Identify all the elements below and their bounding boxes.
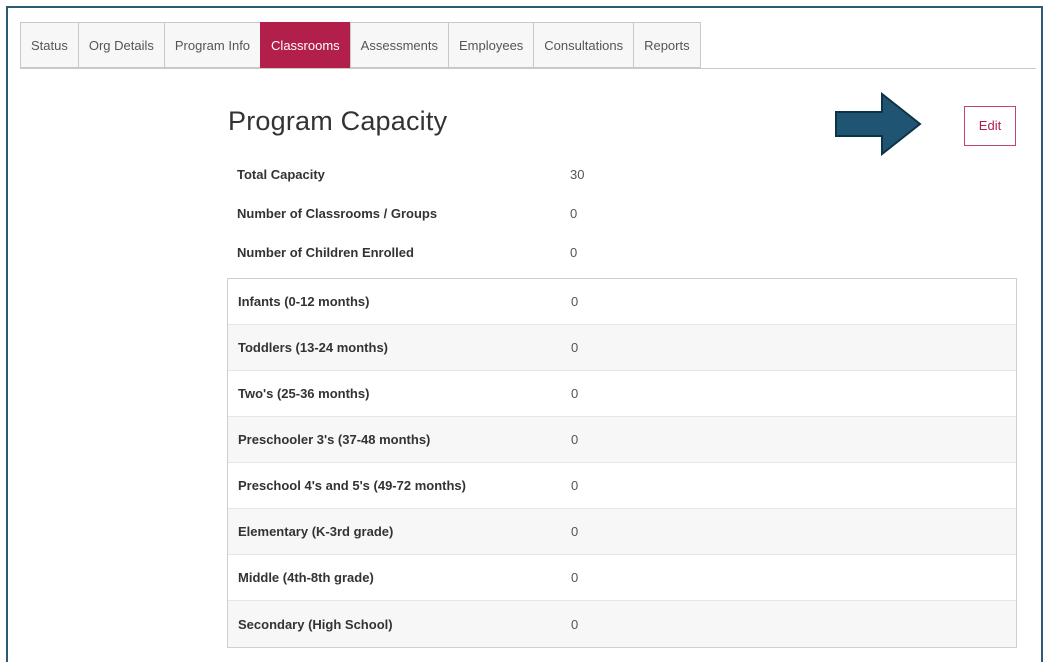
age-group-value: 0 <box>571 386 579 401</box>
summary-label: Number of Classrooms / Groups <box>237 206 438 221</box>
tab-program-info[interactable]: Program Info <box>163 22 261 68</box>
tab-employees[interactable]: Employees <box>447 22 534 68</box>
tab-assessments[interactable]: Assessments <box>349 22 448 68</box>
age-group-value: 0 <box>571 432 579 447</box>
age-group-label: Two's (25-36 months) <box>238 386 370 401</box>
age-group-value: 0 <box>571 524 579 539</box>
summary-row-classrooms: Number of Classrooms / Groups 0 <box>237 194 737 233</box>
age-group-label: Middle (4th-8th grade) <box>238 570 374 585</box>
age-group-value: 0 <box>571 616 579 632</box>
age-group-value: 0 <box>571 478 579 493</box>
capacity-summary: Total Capacity 30 Number of Classrooms /… <box>237 155 737 272</box>
age-group-label: Secondary (High School) <box>238 616 393 632</box>
table-row: Preschooler 3's (37-48 months) 0 <box>228 417 1016 463</box>
arrow-right-icon <box>835 92 922 156</box>
tab-classrooms[interactable]: Classrooms <box>260 22 350 68</box>
table-row: Elementary (K-3rd grade) 0 <box>228 509 1016 555</box>
summary-row-children-enrolled: Number of Children Enrolled 0 <box>237 233 737 272</box>
age-group-label: Infants (0-12 months) <box>238 294 370 309</box>
summary-value: 0 <box>570 245 578 260</box>
table-row: Two's (25-36 months) 0 <box>228 371 1016 417</box>
table-row: Infants (0-12 months) 0 <box>228 279 1016 325</box>
summary-value: 30 <box>570 167 585 182</box>
age-group-label: Toddlers (13-24 months) <box>238 340 389 355</box>
table-row: Preschool 4's and 5's (49-72 months) 0 <box>228 463 1016 509</box>
age-group-label: Preschool 4's and 5's (49-72 months) <box>238 478 466 493</box>
table-row: Toddlers (13-24 months) 0 <box>228 325 1016 371</box>
summary-value: 0 <box>570 206 578 221</box>
age-group-label: Elementary (K-3rd grade) <box>238 524 394 539</box>
tab-bar: Status Org Details Program Info Classroo… <box>20 22 1036 69</box>
tab-org-details[interactable]: Org Details <box>77 22 164 68</box>
tab-status[interactable]: Status <box>20 22 78 68</box>
table-row: Middle (4th-8th grade) 0 <box>228 555 1016 601</box>
age-group-table: Infants (0-12 months) 0 Toddlers (13-24 … <box>227 278 1017 648</box>
age-group-label: Preschooler 3's (37-48 months) <box>238 432 431 447</box>
tab-reports[interactable]: Reports <box>633 22 701 68</box>
summary-label: Number of Children Enrolled <box>237 245 414 260</box>
age-group-value: 0 <box>571 294 579 309</box>
table-row: Secondary (High School) 0 <box>228 601 1016 647</box>
tab-consultations[interactable]: Consultations <box>533 22 634 68</box>
age-group-value: 0 <box>571 340 579 355</box>
summary-row-total-capacity: Total Capacity 30 <box>237 155 737 194</box>
summary-label: Total Capacity <box>237 167 325 182</box>
page-title: Program Capacity <box>228 106 448 136</box>
edit-button[interactable]: Edit <box>964 106 1016 146</box>
age-group-value: 0 <box>571 570 579 585</box>
